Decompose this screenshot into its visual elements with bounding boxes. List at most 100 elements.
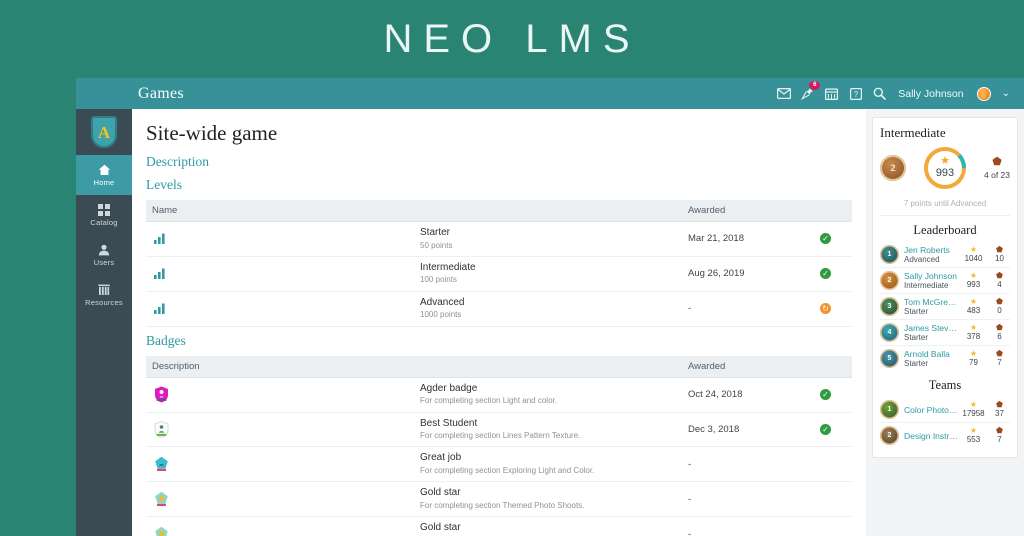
list-item[interactable]: 1 Jen Roberts Advanced ★ 1040 ⬟ 10: [880, 242, 1010, 268]
list-item[interactable]: 5 Arnold Balla Starter ★ 79 ⬟ 7: [880, 346, 1010, 371]
notification-badge: 6: [809, 81, 821, 90]
avatar: 3: [880, 297, 899, 316]
badges-table-header-row: Description Awarded: [146, 355, 852, 378]
check-icon: ✓: [820, 268, 831, 280]
list-item[interactable]: 2 Sally Johnson Intermediate ★ 993 ⬟ 4: [880, 268, 1010, 294]
library-icon: [98, 284, 110, 296]
leaderboard-user-name[interactable]: Jen Roberts: [904, 245, 958, 255]
badges-col-awarded: Awarded: [682, 355, 814, 378]
calendar-icon[interactable]: [824, 86, 839, 101]
school-crest-logo[interactable]: A: [76, 109, 132, 155]
leaderboard-badges: ⬟ 0: [989, 297, 1010, 316]
list-item[interactable]: 2 Design Instruct... ★553 ⬟7: [880, 423, 1010, 448]
sidebar-nav: A Home Catalog Users Resources: [76, 109, 132, 536]
table-row[interactable]: Best Student For completing section Line…: [146, 412, 852, 448]
table-row[interactable]: Advanced 1000 points - ↻: [146, 291, 852, 327]
help-icon[interactable]: ?: [848, 86, 863, 101]
level-name: Intermediate: [420, 261, 476, 273]
badges-heading[interactable]: Badges: [146, 333, 852, 349]
sidebar-item-home[interactable]: Home: [76, 155, 132, 195]
shield-icon: ⬟: [996, 400, 1003, 409]
avatar-rank: 1: [887, 406, 892, 413]
team-name[interactable]: Design Instruct...: [904, 431, 958, 441]
leaderboard-user-name[interactable]: Arnold Balla: [904, 349, 958, 359]
team-name[interactable]: Color Photogra...: [904, 405, 958, 415]
levels-table-header-row: Name Awarded: [146, 200, 852, 222]
leaderboard-user-name[interactable]: Tom McGregor: [904, 297, 958, 307]
list-item[interactable]: 4 James Stevens Starter ★ 378 ⬟ 6: [880, 320, 1010, 346]
crest-shield-icon: A: [91, 116, 117, 148]
table-row[interactable]: Starter 50 points Mar 21, 2018 ✓: [146, 221, 852, 257]
points-until-next-level: 7 points until Advanced: [880, 199, 1010, 216]
table-row[interactable]: Gold star For completing lesson Composit…: [146, 516, 852, 536]
main-content: Site-wide game Description Levels Name A…: [132, 109, 866, 536]
points-value: 483: [966, 306, 981, 315]
leaderboard-user-name[interactable]: Sally Johnson: [904, 271, 958, 281]
level-points: 100 points: [420, 275, 457, 285]
badge-shield-icon: [146, 412, 414, 448]
sidebar-item-users[interactable]: Users: [76, 235, 132, 275]
badge-name: Gold star: [420, 487, 461, 499]
leaderboard-points: ★ 79: [963, 349, 984, 368]
shield-icon: ⬟: [996, 426, 1003, 435]
level-status: ↻: [814, 291, 852, 327]
points-progress-ring: ★ 993: [921, 144, 969, 192]
list-item[interactable]: 3 Tom McGregor Starter ★ 483 ⬟ 0: [880, 294, 1010, 320]
levels-heading[interactable]: Levels: [146, 177, 852, 193]
sidebar-item-resources[interactable]: Resources: [76, 275, 132, 315]
pin-icon[interactable]: 6: [800, 81, 821, 101]
badge-awarded: -: [682, 446, 814, 483]
badge-value: 10: [995, 254, 1004, 263]
right-panel: Intermediate 2 ★ 993 ⬟ 4 of 23 7 points …: [866, 109, 1024, 536]
pending-icon: ↻: [820, 303, 831, 315]
table-row[interactable]: Agder badge For completing section Light…: [146, 377, 852, 413]
badge-value: 6: [997, 332, 1002, 341]
leaderboard-user-name[interactable]: James Stevens: [904, 323, 958, 333]
badge-status: ✓: [814, 377, 852, 413]
svg-text:?: ?: [854, 89, 859, 98]
avatar-rank: 2: [890, 163, 896, 173]
badge-status: ✓: [814, 412, 852, 448]
table-row[interactable]: Intermediate 100 points Aug 26, 2019 ✓: [146, 256, 852, 292]
badges-table: Description Awarded Agder badge For comp…: [146, 355, 852, 536]
table-row[interactable]: Gold star For completing section Themed …: [146, 481, 852, 518]
app-window: Games 6 ? Sally Johnson ⌄ A Home Catalog…: [76, 78, 1024, 536]
team-badges: ⬟ 7: [989, 426, 1010, 445]
avatar[interactable]: [976, 86, 991, 101]
shield-icon: ⬟: [996, 297, 1003, 306]
teams-title: Teams: [928, 378, 962, 392]
star-icon: ★: [969, 271, 978, 280]
check-icon: ✓: [820, 424, 831, 435]
star-icon: ★: [969, 245, 978, 254]
list-item[interactable]: 1 Color Photogra... ★17958 ⬟37: [880, 397, 1010, 423]
leaderboard-badges: ⬟ 7: [989, 349, 1010, 368]
level-bars-icon: [146, 221, 414, 257]
badge-value: 37: [995, 409, 1004, 418]
badge-detail: For completing section Light and color.: [420, 396, 557, 406]
badge-awarded: -: [682, 516, 814, 536]
leaderboard-user-level: Starter: [904, 333, 929, 342]
sidebar-item-catalog[interactable]: Catalog: [76, 195, 132, 235]
search-icon[interactable]: [872, 86, 887, 101]
table-row[interactable]: Great job For completing section Explori…: [146, 446, 852, 483]
star-icon: ★: [969, 297, 978, 306]
levels-col-status: [814, 200, 852, 222]
badge-awarded: -: [682, 481, 814, 518]
leaderboard-points: ★ 378: [963, 323, 984, 342]
leaderboard-list: 1 Jen Roberts Advanced ★ 1040 ⬟ 10 2 Sally…: [880, 242, 1010, 371]
sidebar-item-label-users: Users: [93, 257, 115, 267]
description-link[interactable]: Description: [146, 154, 852, 170]
chevron-down-icon[interactable]: ⌄: [1002, 88, 1010, 99]
team-badges: ⬟ 37: [989, 400, 1010, 419]
points-value: 993: [935, 167, 955, 180]
level-points: 50 points: [420, 240, 453, 250]
badge-name: Agder badge: [420, 382, 478, 394]
badge-desc-cell: Best Student For completing section Line…: [414, 412, 682, 448]
star-icon: ★: [969, 400, 978, 409]
brand-header: NEO LMS: [0, 0, 1024, 78]
shield-icon: ⬟: [992, 155, 1002, 168]
badge-desc-cell: Agder badge For completing section Light…: [414, 377, 682, 413]
mail-icon[interactable]: [776, 86, 791, 101]
user-name-label[interactable]: Sally Johnson: [898, 88, 963, 100]
home-icon: [98, 164, 111, 176]
